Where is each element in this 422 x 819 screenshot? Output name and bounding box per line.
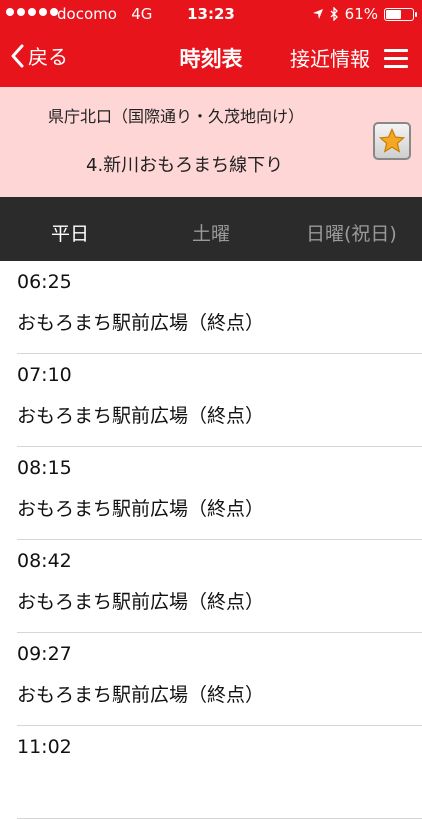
list-item[interactable]: 11:02 bbox=[17, 726, 422, 819]
approach-info-button[interactable]: 接近情報 bbox=[290, 43, 370, 72]
day-type-tabs: 平日 土曜 日曜(祝日) bbox=[0, 197, 422, 261]
route-name: 4.新川おもろまち線下り bbox=[86, 155, 284, 176]
nav-bar: 戻る 時刻表 接近情報 bbox=[0, 30, 422, 87]
departure-time: 09:27 bbox=[17, 643, 72, 665]
departure-time: 08:15 bbox=[17, 457, 72, 479]
destination: おもろまち駅前広場（終点） bbox=[17, 312, 265, 334]
star-icon bbox=[378, 127, 406, 153]
chevron-left-icon bbox=[11, 44, 24, 67]
battery-icon bbox=[384, 7, 417, 21]
destination: おもろまち駅前広場（終点） bbox=[17, 405, 265, 427]
stop-info-panel: 県庁北口（国際通り・久茂地向け） 4.新川おもろまち線下り bbox=[0, 87, 422, 197]
location-arrow-icon bbox=[312, 9, 323, 19]
list-item[interactable]: 08:42 おもろまち駅前広場（終点） bbox=[17, 540, 422, 633]
departure-time: 06:25 bbox=[17, 271, 72, 293]
departure-time: 07:10 bbox=[17, 364, 72, 386]
list-item[interactable]: 06:25 おもろまち駅前広場（終点） bbox=[17, 261, 422, 354]
bluetooth-icon bbox=[330, 7, 338, 21]
battery-percent: 61% bbox=[344, 5, 378, 23]
hamburger-menu-icon[interactable] bbox=[384, 49, 408, 69]
list-item[interactable]: 08:15 おもろまち駅前広場（終点） bbox=[17, 447, 422, 540]
departure-time: 11:02 bbox=[17, 736, 72, 758]
tab-weekday[interactable]: 平日 bbox=[51, 219, 89, 246]
favorite-button[interactable] bbox=[373, 122, 411, 160]
destination: おもろまち駅前広場（終点） bbox=[17, 684, 265, 706]
status-bar: docomo 4G 13:23 61% bbox=[0, 0, 422, 30]
list-item[interactable]: 09:27 おもろまち駅前広場（終点） bbox=[17, 633, 422, 726]
destination: おもろまち駅前広場（終点） bbox=[17, 591, 265, 613]
destination: おもろまち駅前広場（終点） bbox=[17, 498, 265, 520]
back-label: 戻る bbox=[28, 45, 68, 69]
stop-name: 県庁北口（国際通り・久茂地向け） bbox=[48, 107, 305, 126]
list-item[interactable]: 07:10 おもろまち駅前広場（終点） bbox=[17, 354, 422, 447]
tab-saturday[interactable]: 土曜 bbox=[192, 219, 230, 246]
back-button[interactable]: 戻る bbox=[10, 41, 68, 70]
departure-time: 08:42 bbox=[17, 550, 72, 572]
tab-sunday-holiday[interactable]: 日曜(祝日) bbox=[306, 219, 397, 246]
departure-list: 06:25 おもろまち駅前広場（終点） 07:10 おもろまち駅前広場（終点） … bbox=[0, 261, 422, 819]
